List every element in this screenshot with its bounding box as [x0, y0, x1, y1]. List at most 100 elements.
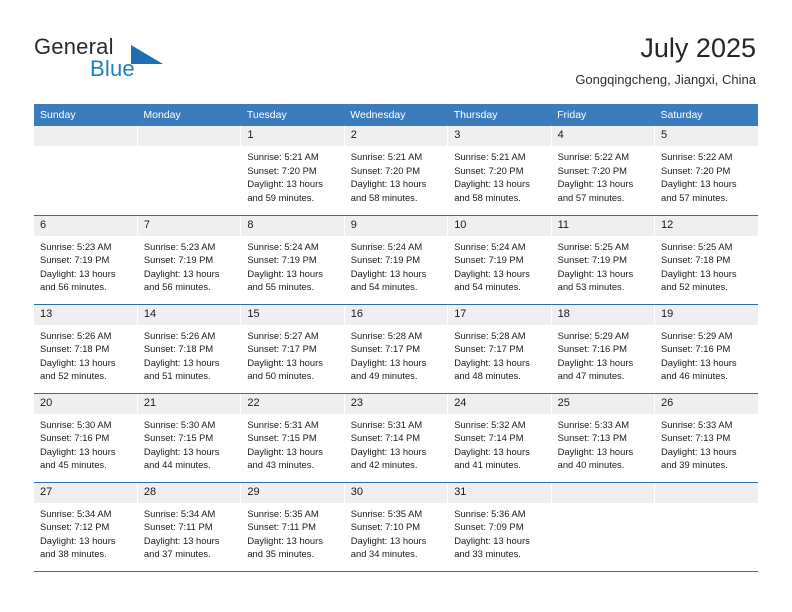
sunset-text: Sunset: 7:15 PM: [143, 432, 214, 444]
sunrise-text: Sunrise: 5:35 AM: [247, 507, 319, 519]
daylight-text-line2: and 48 minutes.: [454, 370, 521, 382]
sunrise-text: Sunrise: 5:23 AM: [40, 240, 112, 252]
day-number: 3: [448, 126, 551, 146]
calendar-day-cell[interactable]: 19 Sunrise: 5:29 AM Sunset: 7:16 PM Dayligh…: [654, 304, 758, 394]
day-sun-info: Sunrise: 5:21 AM Sunset: 7:20 PM Daylight:…: [448, 146, 550, 204]
calendar-day-cell[interactable]: 23 Sunrise: 5:31 AM Sunset: 7:14 PM Dayligh…: [343, 393, 449, 483]
calendar-day-cell[interactable]: 12 Sunrise: 5:25 AM Sunset: 7:18 PM Dayligh…: [654, 215, 758, 305]
day-number: 25: [551, 393, 655, 414]
day-sun-info: Sunrise: 5:21 AM Sunset: 7:20 PM Daylight:…: [345, 146, 447, 204]
sunset-text: Sunset: 7:17 PM: [247, 343, 317, 355]
calendar-day-cell-empty: [550, 482, 656, 572]
day-sun-info: Sunrise: 5:26 AM Sunset: 7:18 PM Daylight:…: [138, 325, 240, 383]
day-number: 10: [448, 215, 551, 236]
calendar-day-cell[interactable]: 4 Sunrise: 5:22 AM Sunset: 7:20 PM Daylight…: [550, 126, 656, 216]
daylight-text-line2: and 58 minutes.: [350, 191, 418, 203]
calendar-day-cell[interactable]: 26 Sunrise: 5:33 AM Sunset: 7:13 PM Dayligh…: [654, 393, 758, 483]
daylight-text-line1: Daylight: 13 hours: [247, 356, 323, 368]
day-number: 13: [34, 304, 137, 325]
sunset-text: Sunset: 7:19 PM: [557, 254, 627, 266]
calendar-day-cell[interactable]: 22 Sunrise: 5:31 AM Sunset: 7:15 PM Dayligh…: [240, 393, 345, 483]
daylight-text-line1: Daylight: 13 hours: [350, 445, 427, 457]
sunrise-text: Sunrise: 5:24 AM: [350, 240, 423, 252]
sunrise-text: Sunrise: 5:21 AM: [247, 151, 319, 162]
sunset-text: Sunset: 7:19 PM: [350, 254, 421, 266]
calendar-day-cell[interactable]: 5 Sunrise: 5:22 AM Sunset: 7:20 PM Daylight…: [654, 126, 758, 216]
sunrise-text: Sunrise: 5:21 AM: [454, 151, 526, 162]
calendar-day-cell[interactable]: 8 Sunrise: 5:24 AM Sunset: 7:19 PM Daylight…: [240, 215, 345, 305]
calendar-day-cell[interactable]: 20 Sunrise: 5:30 AM Sunset: 7:16 PM Dayligh…: [34, 393, 138, 483]
daylight-text-line2: and 49 minutes.: [350, 370, 418, 382]
calendar-day-cell[interactable]: 15 Sunrise: 5:27 AM Sunset: 7:17 PM Dayligh…: [240, 304, 345, 394]
daylight-text-line1: Daylight: 13 hours: [661, 267, 737, 279]
sunset-text: Sunset: 7:19 PM: [40, 254, 110, 266]
day-sun-info: Sunrise: 5:30 AM Sunset: 7:16 PM Daylight:…: [34, 414, 137, 472]
sunrise-text: Sunrise: 5:33 AM: [661, 418, 733, 430]
day-number: 22: [241, 393, 344, 414]
calendar-day-cell[interactable]: 28 Sunrise: 5:34 AM Sunset: 7:11 PM Dayligh…: [136, 482, 242, 572]
daylight-text-line1: Daylight: 13 hours: [143, 445, 220, 457]
calendar-day-cell[interactable]: 31 Sunrise: 5:36 AM Sunset: 7:09 PM Dayligh…: [447, 482, 552, 572]
daylight-text-line1: Daylight: 13 hours: [454, 356, 530, 368]
calendar-day-cell[interactable]: 24 Sunrise: 5:32 AM Sunset: 7:14 PM Dayligh…: [447, 393, 552, 483]
calendar-day-cell[interactable]: 27 Sunrise: 5:34 AM Sunset: 7:12 PM Dayligh…: [34, 482, 138, 572]
day-number: [551, 482, 655, 503]
calendar-day-cell[interactable]: 9 Sunrise: 5:24 AM Sunset: 7:19 PM Daylight…: [343, 215, 449, 305]
calendar-day-cell[interactable]: 21 Sunrise: 5:30 AM Sunset: 7:15 PM Dayligh…: [136, 393, 242, 483]
calendar-day-cell[interactable]: 11 Sunrise: 5:25 AM Sunset: 7:19 PM Dayligh…: [550, 215, 656, 305]
calendar-day-cell[interactable]: 3 Sunrise: 5:21 AM Sunset: 7:20 PM Daylight…: [447, 126, 552, 216]
calendar-day-cell[interactable]: 2 Sunrise: 5:21 AM Sunset: 7:20 PM Daylight…: [343, 126, 449, 216]
daylight-text-line2: and 44 minutes.: [143, 459, 211, 471]
sunset-text: Sunset: 7:16 PM: [661, 343, 731, 355]
calendar-day-cell[interactable]: 13 Sunrise: 5:26 AM Sunset: 7:18 PM Dayligh…: [34, 304, 138, 394]
weekday-header-sunday: Sunday: [34, 104, 138, 126]
sunrise-text: Sunrise: 5:30 AM: [143, 418, 216, 430]
calendar-day-cell[interactable]: 17 Sunrise: 5:28 AM Sunset: 7:17 PM Dayligh…: [447, 304, 552, 394]
calendar-day-cell[interactable]: 1 Sunrise: 5:21 AM Sunset: 7:20 PM Daylight…: [240, 126, 345, 216]
sunset-text: Sunset: 7:10 PM: [350, 521, 421, 533]
sunset-text: Sunset: 7:14 PM: [454, 432, 524, 444]
day-sun-info: Sunrise: 5:36 AM Sunset: 7:09 PM Daylight:…: [448, 503, 550, 561]
day-number: 17: [448, 304, 551, 325]
calendar-day-cell[interactable]: 14 Sunrise: 5:26 AM Sunset: 7:18 PM Dayligh…: [136, 304, 242, 394]
calendar-day-cell[interactable]: 7 Sunrise: 5:23 AM Sunset: 7:19 PM Daylight…: [136, 215, 242, 305]
calendar-week-row: 20 Sunrise: 5:30 AM Sunset: 7:16 PM Dayligh…: [34, 393, 758, 483]
day-number: 28: [137, 482, 241, 503]
daylight-text-line2: and 50 minutes.: [247, 370, 315, 382]
day-number: 11: [551, 215, 655, 236]
day-number: 6: [34, 215, 137, 236]
sunrise-text: Sunrise: 5:25 AM: [661, 240, 733, 252]
day-sun-info: Sunrise: 5:21 AM Sunset: 7:20 PM Daylight:…: [241, 146, 343, 204]
sunset-text: Sunset: 7:11 PM: [247, 521, 316, 533]
day-sun-info: Sunrise: 5:27 AM Sunset: 7:17 PM Daylight:…: [241, 325, 343, 383]
calendar-day-cell[interactable]: 29 Sunrise: 5:35 AM Sunset: 7:11 PM Dayligh…: [240, 482, 345, 572]
sunset-text: Sunset: 7:17 PM: [350, 343, 421, 355]
daylight-text-line1: Daylight: 13 hours: [247, 445, 323, 457]
day-sun-info: Sunrise: 5:28 AM Sunset: 7:17 PM Daylight:…: [345, 325, 447, 383]
sunrise-text: Sunrise: 5:21 AM: [350, 151, 423, 162]
day-number: 8: [241, 215, 344, 236]
day-sun-info: Sunrise: 5:34 AM Sunset: 7:12 PM Daylight:…: [34, 503, 137, 561]
calendar-day-cell[interactable]: 25 Sunrise: 5:33 AM Sunset: 7:13 PM Dayligh…: [550, 393, 656, 483]
brand-logo[interactable]: General Blue: [34, 34, 254, 84]
daylight-text-line2: and 51 minutes.: [143, 370, 211, 382]
calendar-day-cell[interactable]: 10 Sunrise: 5:24 AM Sunset: 7:19 PM Dayligh…: [447, 215, 552, 305]
daylight-text-line1: Daylight: 13 hours: [557, 356, 634, 368]
calendar-day-cell[interactable]: 18 Sunrise: 5:29 AM Sunset: 7:16 PM Dayligh…: [550, 304, 656, 394]
calendar-day-cell-empty: [654, 482, 758, 572]
calendar-day-cell[interactable]: 30 Sunrise: 5:35 AM Sunset: 7:10 PM Dayligh…: [343, 482, 449, 572]
sunset-text: Sunset: 7:13 PM: [661, 432, 731, 444]
day-number: 14: [137, 304, 241, 325]
day-sun-info: Sunrise: 5:30 AM Sunset: 7:15 PM Daylight:…: [138, 414, 240, 472]
daylight-text-line1: Daylight: 13 hours: [557, 267, 634, 279]
sunrise-text: Sunrise: 5:26 AM: [143, 329, 216, 341]
calendar-day-cell[interactable]: 6 Sunrise: 5:23 AM Sunset: 7:19 PM Daylight…: [34, 215, 138, 305]
calendar-day-cell[interactable]: 16 Sunrise: 5:28 AM Sunset: 7:17 PM Dayligh…: [343, 304, 449, 394]
weekday-header-friday: Friday: [551, 104, 655, 126]
daylight-text-line1: Daylight: 13 hours: [557, 178, 634, 190]
title-block: July 2025 Gongqingcheng, Jiangxi, China: [575, 32, 756, 88]
day-number: 5: [655, 126, 758, 146]
sunset-text: Sunset: 7:18 PM: [40, 343, 110, 355]
triangle-flag-icon: [131, 45, 163, 64]
sunrise-text: Sunrise: 5:27 AM: [247, 329, 319, 341]
